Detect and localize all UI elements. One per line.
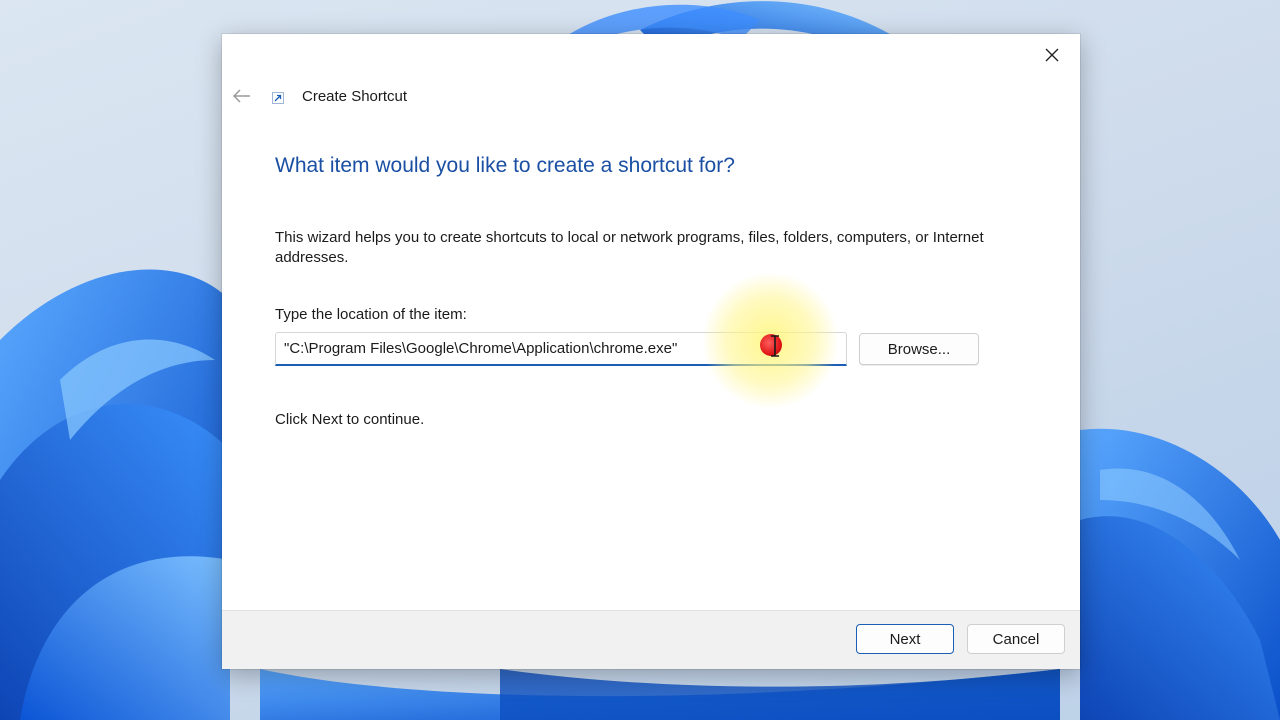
dialog-footer: Next Cancel	[222, 610, 1080, 669]
back-button[interactable]	[230, 84, 254, 108]
create-shortcut-dialog: Create Shortcut What item would you like…	[222, 34, 1080, 669]
window-title: Create Shortcut	[302, 88, 408, 105]
wizard-description: This wizard helps you to create shortcut…	[275, 229, 984, 266]
cancel-button[interactable]: Cancel	[967, 624, 1065, 654]
shortcut-arrow-icon	[272, 92, 284, 104]
continue-instruction: Click Next to continue.	[275, 411, 425, 428]
back-arrow-icon	[233, 89, 250, 103]
desktop: Create Shortcut What item would you like…	[0, 0, 1280, 720]
location-input[interactable]	[275, 332, 847, 366]
browse-button[interactable]: Browse...	[859, 333, 979, 365]
location-label: Type the location of the item:	[275, 306, 467, 323]
close-icon	[1045, 48, 1059, 62]
next-button[interactable]: Next	[856, 624, 954, 654]
wizard-heading: What item would you like to create a sho…	[275, 154, 735, 177]
close-button[interactable]	[1032, 40, 1072, 70]
